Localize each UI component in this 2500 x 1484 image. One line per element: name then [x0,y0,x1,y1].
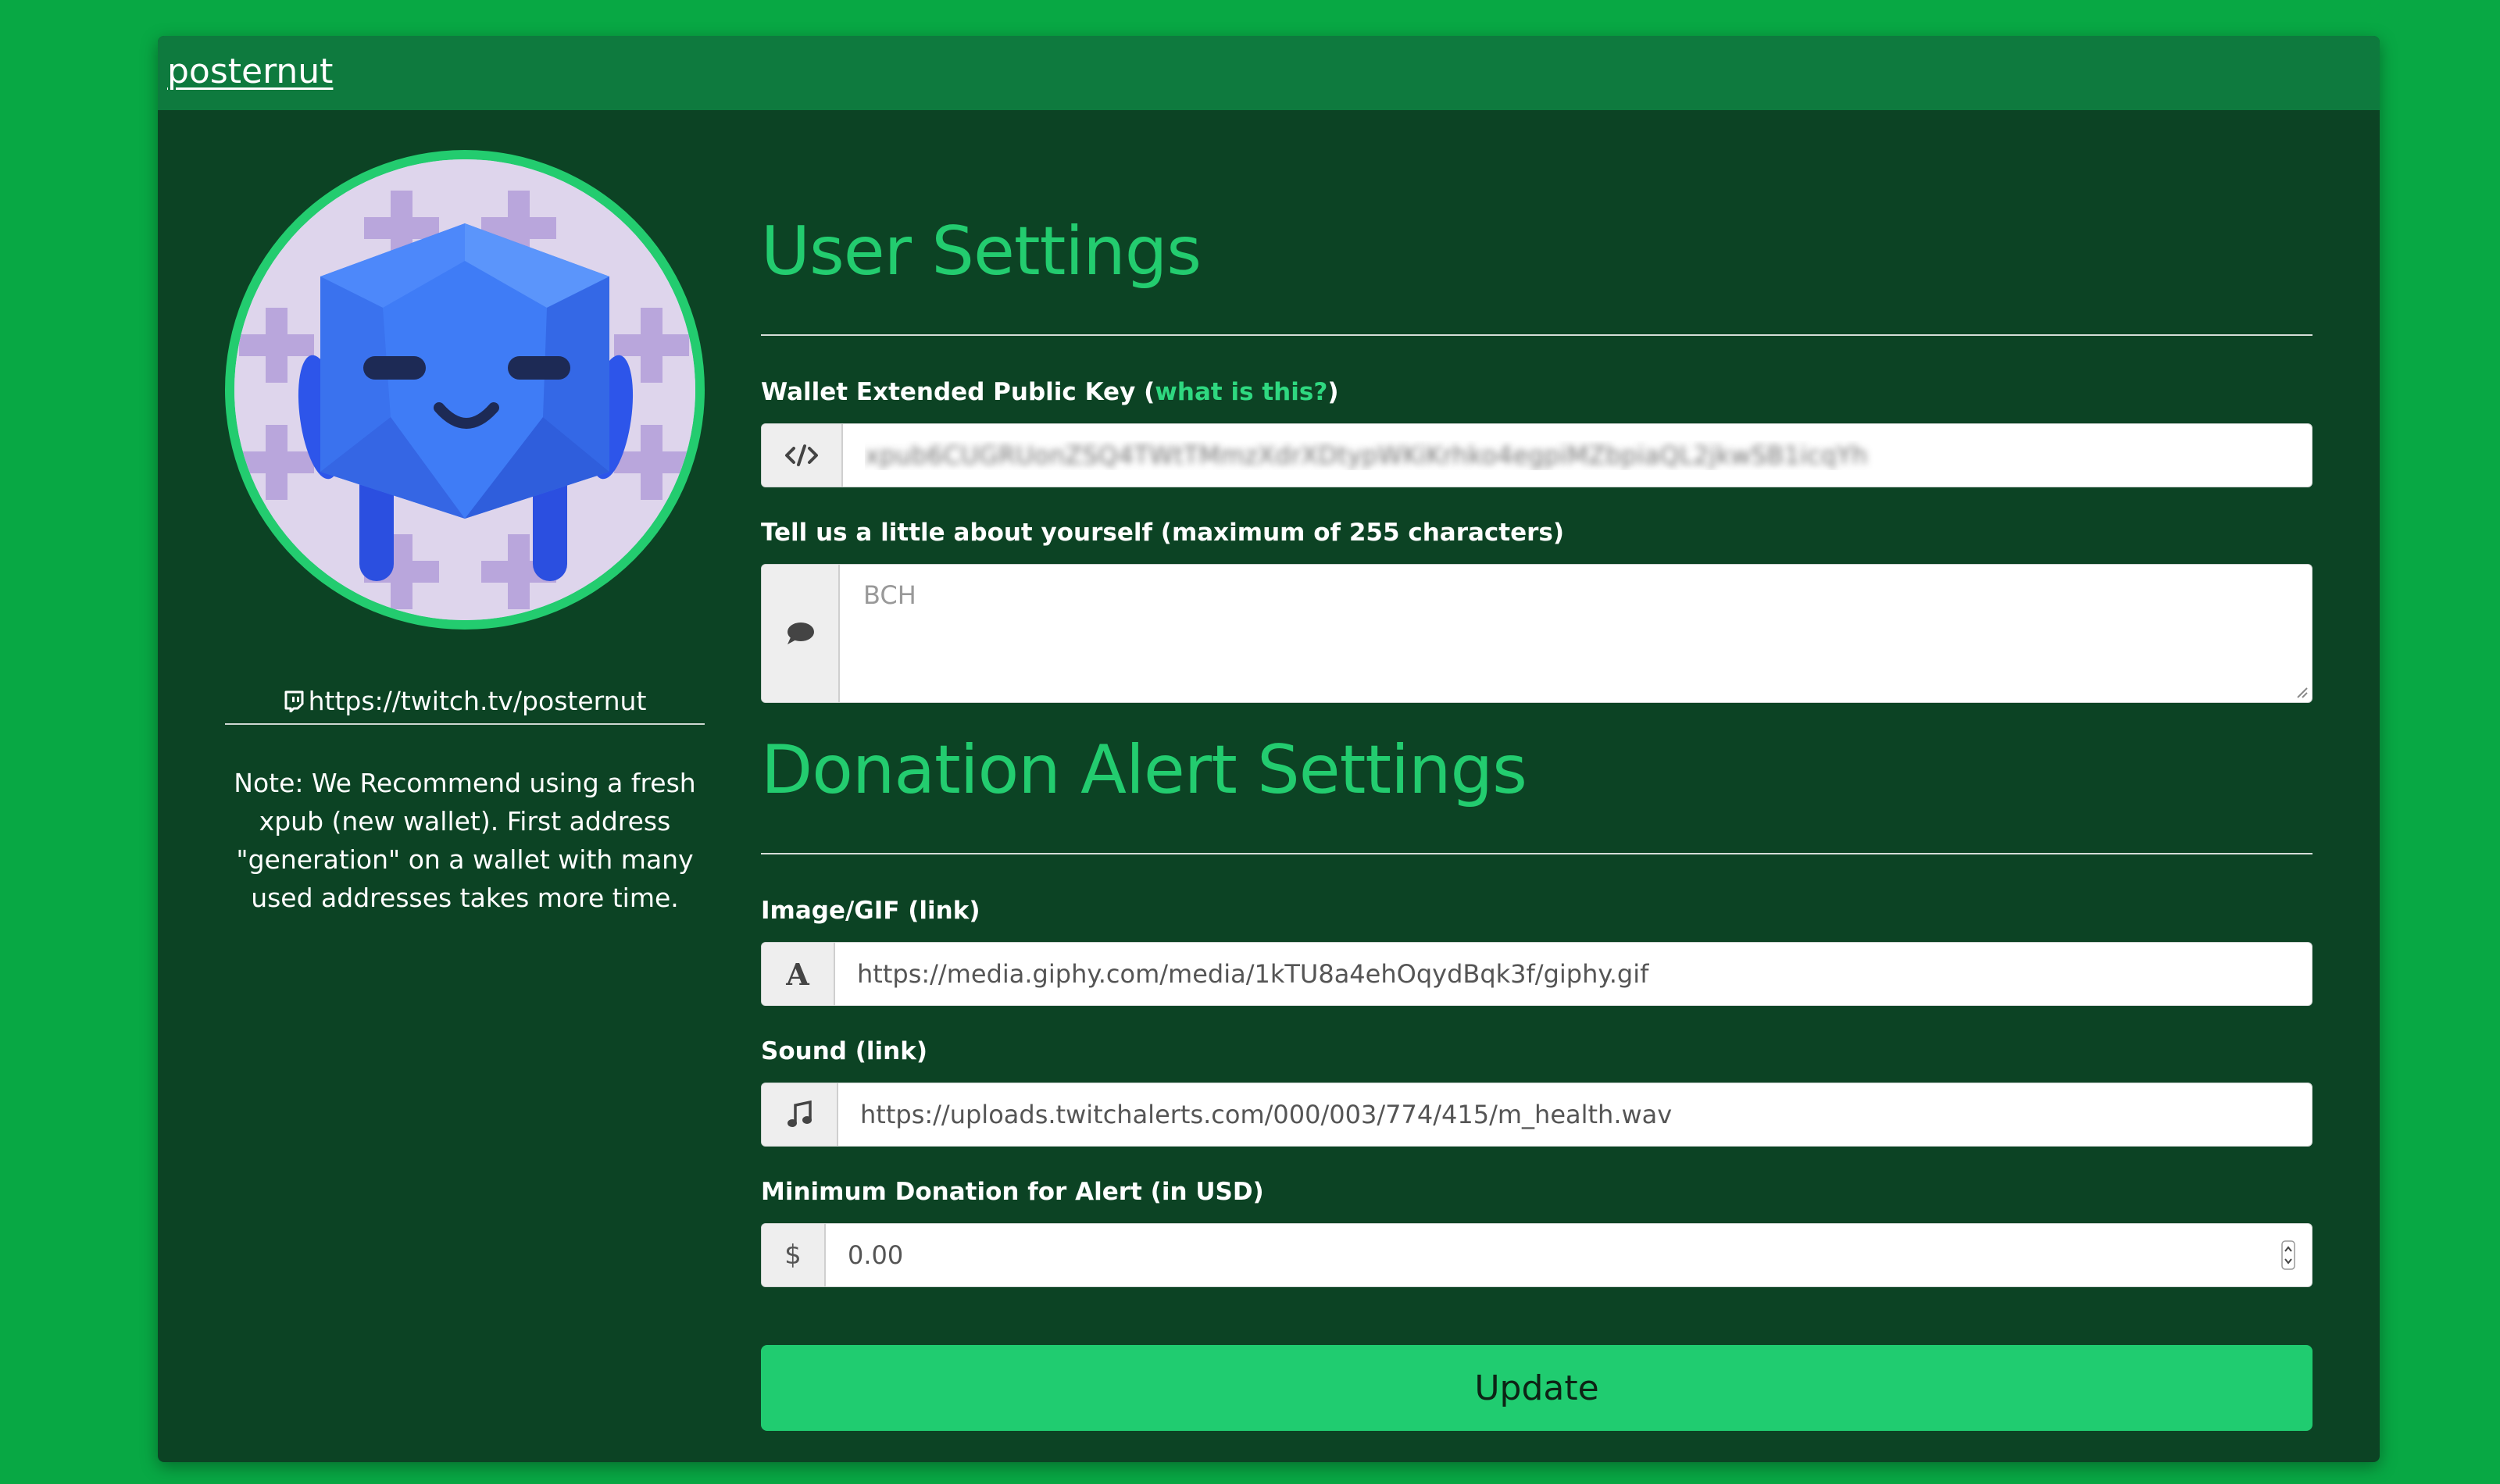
brand-link[interactable]: posternut [167,52,333,91]
user-settings-divider [761,334,2312,336]
music-note-icon [762,1083,838,1146]
about-input-group [761,564,2312,703]
font-icon: A [762,943,835,1005]
minimum-donation-input[interactable] [826,1224,2265,1286]
minimum-input-group: $ [761,1223,2312,1287]
donation-settings-title: Donation Alert Settings [761,731,1527,809]
twitch-url[interactable]: https://twitch.tv/posternut [309,686,647,716]
left-divider [225,723,705,725]
avatar-image [234,159,695,620]
xpub-input[interactable] [843,424,2312,487]
dollar-sign-icon: $ [762,1224,826,1286]
sound-input-group [761,1083,2312,1147]
avatar [225,150,705,630]
xpub-label: Wallet Extended Public Key (what is this… [761,378,1339,406]
donation-settings-divider [761,853,2312,854]
resize-grip-icon[interactable] [2295,685,2309,699]
update-button[interactable]: Update [761,1345,2312,1431]
panel-header: posternut [158,36,2380,110]
image-url-input[interactable] [835,943,2312,1005]
about-label: Tell us a little about yourself (maximum… [761,519,1565,547]
user-settings-title: User Settings [761,212,1202,291]
xpub-note: Note: We Recommend using a fresh xpub (n… [234,768,696,913]
image-label: Image/GIF (link) [761,897,980,925]
minimum-label: Minimum Donation for Alert (in USD) [761,1178,1264,1206]
number-spinner[interactable] [2265,1224,2312,1286]
speech-bubble-icon [762,565,840,702]
code-icon [762,424,843,487]
twitch-link-row[interactable]: https://twitch.tv/posternut [225,686,705,719]
sound-label: Sound (link) [761,1037,928,1065]
settings-panel: posternut https://twitch.tv/posternut No… [158,36,2380,1462]
image-input-group: A [761,942,2312,1006]
twitch-icon [284,688,304,719]
sound-url-input[interactable] [838,1083,2312,1146]
what-is-this-link[interactable]: what is this? [1155,378,1327,406]
xpub-input-group [761,423,2312,487]
about-textarea[interactable] [840,565,2312,702]
